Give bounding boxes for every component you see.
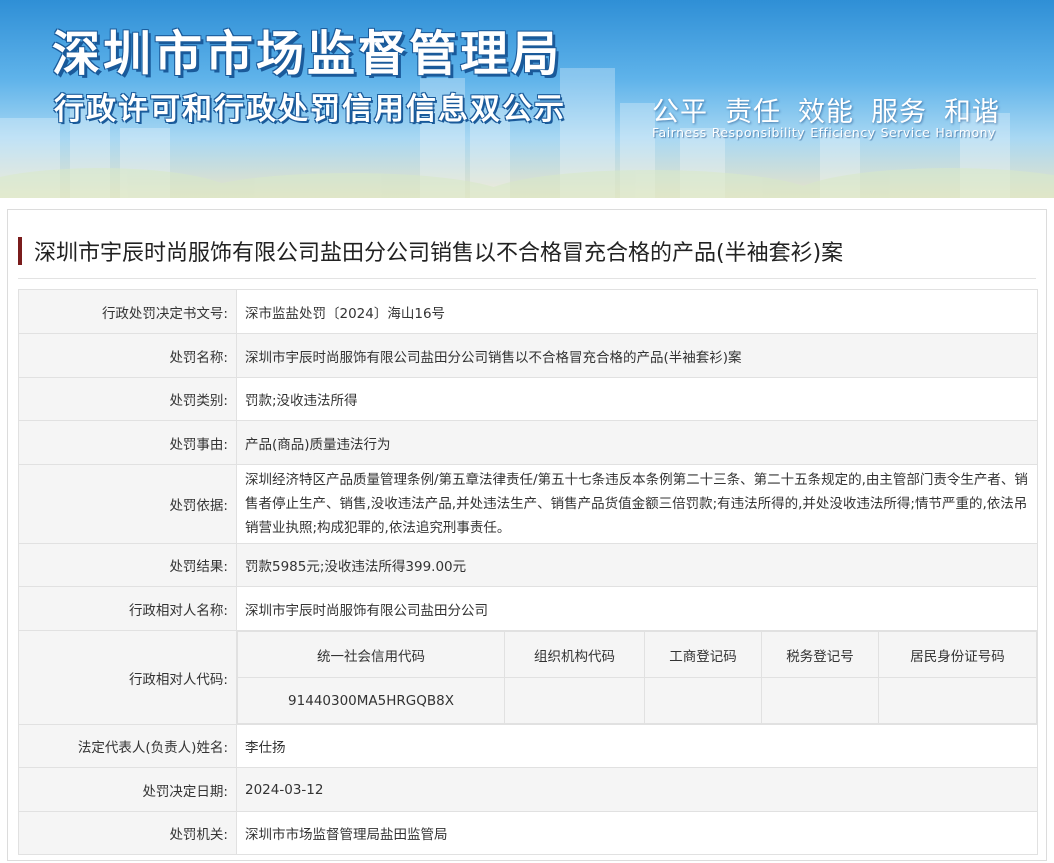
slogan-word-en: Service <box>880 125 931 140</box>
credit-code-value: 91440300MA5HRGQB8X <box>237 677 505 724</box>
slogan-word: 责任 <box>725 97 781 128</box>
row-label: 行政相对人名称: <box>18 586 237 631</box>
slogan-word: 公平 <box>652 97 708 128</box>
row-label: 行政相对人代码: <box>18 630 237 725</box>
row-label: 法定代表人(负责人)姓名: <box>18 724 237 768</box>
row-label: 处罚类别: <box>18 377 237 421</box>
id-number-value <box>878 677 1037 724</box>
penalty-name: 深圳市宇辰时尚服饰有限公司盐田分公司销售以不合格冒充合格的产品(半袖套衫)案 <box>236 333 1038 378</box>
row-label: 处罚事由: <box>18 420 237 465</box>
table-row: 法定代表人(负责人)姓名: 李仕扬 <box>18 724 1038 768</box>
row-label: 处罚名称: <box>18 333 237 378</box>
legal-representative: 李仕扬 <box>236 724 1038 768</box>
code-header: 工商登记码 <box>644 631 762 678</box>
agency-title: 深圳市市场监督管理局 <box>52 26 563 82</box>
table-row: 处罚类别: 罚款;没收违法所得 <box>18 377 1038 421</box>
case-title-text: 深圳市宇辰时尚服饰有限公司盐田分公司销售以不合格冒充合格的产品(半袖套衫)案 <box>34 241 844 266</box>
tax-reg-value <box>761 677 879 724</box>
slogan-word: 服务 <box>871 97 927 128</box>
table-row: 行政相对人名称: 深圳市宇辰时尚服饰有限公司盐田分公司 <box>18 586 1038 631</box>
row-label: 处罚机关: <box>18 811 237 855</box>
table-row: 处罚机关: 深圳市市场监督管理局盐田监管局 <box>18 811 1038 855</box>
party-codes-table: 统一社会信用代码 组织机构代码 工商登记码 税务登记号 居民身份证号码 9144… <box>237 631 1037 724</box>
party-name: 深圳市宇辰时尚服饰有限公司盐田分公司 <box>236 586 1038 631</box>
penalty-result: 罚款5985元;没收违法所得399.00元 <box>236 543 1038 587</box>
site-subtitle: 行政许可和行政处罚信用信息双公示 <box>54 92 566 127</box>
table-row: 行政相对人代码: 统一社会信用代码 组织机构代码 工商登记码 税务登记号 居民身… <box>18 630 1038 725</box>
header-banner: 深圳市市场监督管理局 行政许可和行政处罚信用信息双公示 公平 责任 效能 服务 和谐 F… <box>0 0 1054 198</box>
table-row: 处罚名称: 深圳市宇辰时尚服饰有限公司盐田分公司销售以不合格冒充合格的产品(半袖… <box>18 333 1038 378</box>
table-row: 处罚依据: 深圳经济特区产品质量管理条例/第五章法律责任/第五十七条违反本条例第… <box>18 464 1038 544</box>
slogan-word-en: Fairness <box>652 125 707 140</box>
case-detail-card: 深圳市宇辰时尚服饰有限公司盐田分公司销售以不合格冒充合格的产品(半袖套衫)案 行… <box>7 209 1047 861</box>
code-header: 统一社会信用代码 <box>237 631 505 678</box>
code-header: 组织机构代码 <box>504 631 645 678</box>
penalty-authority: 深圳市市场监督管理局盐田监管局 <box>236 811 1038 855</box>
slogan-word: 和谐 <box>944 97 1000 128</box>
slogan-word-en: Harmony <box>935 125 996 140</box>
penalty-info-table: 行政处罚决定书文号: 深市监盐处罚〔2024〕海山16号 处罚名称: 深圳市宇辰… <box>18 289 1038 855</box>
penalty-type: 罚款;没收违法所得 <box>236 377 1038 421</box>
org-code-value <box>504 677 645 724</box>
code-header: 税务登记号 <box>761 631 879 678</box>
table-row: 处罚决定日期: 2024-03-12 <box>18 767 1038 812</box>
table-row: 行政处罚决定书文号: 深市监盐处罚〔2024〕海山16号 <box>18 289 1038 334</box>
row-label: 处罚依据: <box>18 464 237 544</box>
slogan-word-en: Efficiency <box>810 125 876 140</box>
row-label: 处罚结果: <box>18 543 237 587</box>
penalty-reason: 产品(商品)质量违法行为 <box>236 420 1038 465</box>
title-accent-bar <box>18 237 22 265</box>
row-label: 行政处罚决定书文号: <box>18 289 237 334</box>
code-header: 居民身份证号码 <box>878 631 1037 678</box>
table-row: 处罚事由: 产品(商品)质量违法行为 <box>18 420 1038 465</box>
party-codes-cell: 统一社会信用代码 组织机构代码 工商登记码 税务登记号 居民身份证号码 9144… <box>236 630 1038 725</box>
slogan-word: 效能 <box>798 97 854 128</box>
row-label: 处罚决定日期: <box>18 767 237 812</box>
case-title: 深圳市宇辰时尚服饰有限公司盐田分公司销售以不合格冒充合格的产品(半袖套衫)案 <box>18 236 843 266</box>
business-reg-value <box>644 677 762 724</box>
slogan-english: Fairness Responsibility Efficiency Service H… <box>652 125 1001 140</box>
decision-number: 深市监盐处罚〔2024〕海山16号 <box>236 289 1038 334</box>
codes-value-row: 91440300MA5HRGQB8X <box>237 677 1037 724</box>
decision-date: 2024-03-12 <box>236 767 1038 812</box>
slogan-chinese: 公平 责任 效能 服务 和谐 <box>652 90 1017 129</box>
slogan-word-en: Responsibility <box>711 125 806 140</box>
penalty-basis: 深圳经济特区产品质量管理条例/第五章法律责任/第五十七条违反本条例第二十三条、第… <box>236 464 1038 544</box>
codes-header-row: 统一社会信用代码 组织机构代码 工商登记码 税务登记号 居民身份证号码 <box>237 631 1037 678</box>
divider <box>18 278 1036 279</box>
table-row: 处罚结果: 罚款5985元;没收违法所得399.00元 <box>18 543 1038 587</box>
